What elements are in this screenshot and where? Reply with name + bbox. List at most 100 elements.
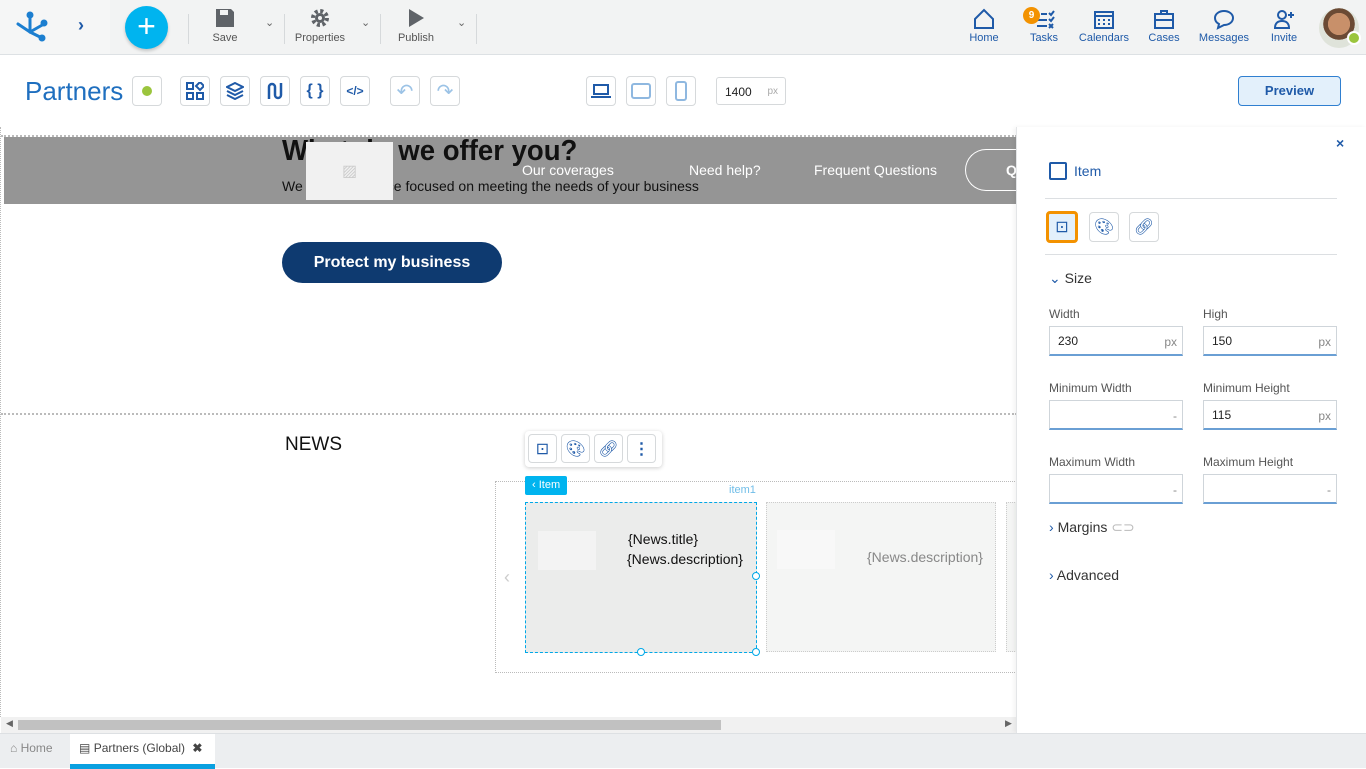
- nav-cases[interactable]: Cases: [1146, 8, 1182, 44]
- code-button[interactable]: </>: [340, 76, 370, 106]
- redo-button[interactable]: ↷: [430, 76, 460, 106]
- news-description: {News.description}: [867, 549, 983, 565]
- desktop-view-button[interactable]: [586, 76, 616, 106]
- horizontal-scrollbar[interactable]: ◀ ▶: [1, 717, 1017, 733]
- layers-icon: [226, 82, 244, 100]
- max-height-label: Maximum Height: [1203, 455, 1294, 469]
- redo-icon: ↷: [436, 80, 454, 103]
- undo-icon: ↶: [396, 80, 414, 103]
- save-button[interactable]: Save: [205, 6, 245, 48]
- scrollbar-thumb[interactable]: [18, 720, 721, 730]
- publish-button[interactable]: Publish: [395, 6, 437, 48]
- preview-button[interactable]: Preview: [1238, 76, 1341, 106]
- link-icon: 🔗︎: [1133, 219, 1155, 236]
- resize-handle-right[interactable]: [752, 572, 760, 580]
- mobile-view-button[interactable]: [666, 76, 696, 106]
- flow-icon: [267, 82, 283, 100]
- briefcase-icon: [1154, 10, 1174, 29]
- size-tab-button[interactable]: ⊡: [1046, 211, 1078, 243]
- style-tab-button[interactable]: 🎨︎: [1089, 212, 1119, 242]
- palette-icon: 🎨︎: [565, 440, 586, 458]
- protect-business-button[interactable]: Protect my business: [282, 242, 502, 283]
- invite-icon: [1273, 10, 1294, 29]
- news-item-selected[interactable]: {News.title} {News.description}: [525, 502, 760, 656]
- menu-link[interactable]: Frequent Questions: [814, 162, 937, 178]
- code-icon: </>: [346, 84, 364, 98]
- max-width-input[interactable]: -: [1049, 474, 1183, 504]
- nav-calendars[interactable]: Calendars: [1078, 8, 1130, 44]
- save-icon: [216, 9, 234, 27]
- advanced-section-toggle[interactable]: › Advanced: [1049, 567, 1119, 583]
- news-description: {News.description}: [627, 551, 743, 567]
- tablet-icon: [631, 83, 651, 99]
- width-label: Width: [1049, 307, 1080, 321]
- publish-dropdown-icon[interactable]: ⌄: [457, 16, 466, 29]
- play-icon: [409, 9, 424, 27]
- nav-home[interactable]: Home: [966, 8, 1002, 44]
- page-icon: ▤: [79, 741, 91, 755]
- style-tool-button[interactable]: 🎨︎: [561, 434, 590, 463]
- nav-messages[interactable]: Messages: [1198, 8, 1250, 44]
- menu-link[interactable]: Our coverages: [522, 162, 614, 178]
- layers-button[interactable]: [220, 76, 250, 106]
- expand-chevron-icon[interactable]: ›: [78, 15, 84, 36]
- width-input[interactable]: 230 px: [1049, 326, 1183, 356]
- chevron-right-icon: ›: [1049, 567, 1054, 583]
- link-icon: ⊂⊃: [1111, 519, 1135, 535]
- resize-handle-corner[interactable]: [752, 648, 760, 656]
- save-dropdown-icon[interactable]: ⌄: [265, 16, 274, 29]
- braces-icon: { }: [306, 82, 324, 99]
- top-toolbar: › + Save ⌄ Properties ⌄ Publish ⌄ Home T…: [0, 0, 1366, 55]
- add-button[interactable]: +: [125, 6, 168, 49]
- properties-dropdown-icon[interactable]: ⌄: [361, 16, 370, 29]
- menu-link[interactable]: Need help?: [689, 162, 761, 178]
- undo-button[interactable]: ↶: [390, 76, 420, 106]
- margins-section-toggle[interactable]: › Margins ⊂⊃: [1049, 519, 1135, 536]
- item-breadcrumb-tag[interactable]: ‹ Item: [525, 476, 568, 495]
- more-options-button[interactable]: ⋮: [627, 434, 656, 463]
- item-icon: [1049, 162, 1067, 180]
- resize-icon: ⊡: [535, 440, 550, 458]
- tab-partners[interactable]: ▤ Partners (Global) ✖: [70, 734, 215, 769]
- min-width-input[interactable]: -: [1049, 400, 1183, 430]
- link-tool-button[interactable]: 🔗︎: [594, 434, 623, 463]
- news-heading: NEWS: [285, 434, 342, 455]
- design-canvas: What do we offer you? We have insurance …: [0, 127, 1025, 733]
- calendar-icon: [1094, 11, 1114, 29]
- chevron-right-icon: ›: [1049, 519, 1054, 535]
- laptop-icon: [591, 84, 611, 98]
- variables-button[interactable]: { }: [300, 76, 330, 106]
- resize-handle-bottom[interactable]: [637, 648, 645, 656]
- canvas-width-input[interactable]: 1400 px: [716, 77, 786, 105]
- size-section-toggle[interactable]: ⌄ Size: [1049, 270, 1092, 287]
- news-item[interactable]: {News.description}: [766, 502, 996, 652]
- tab-home[interactable]: ⌂ Home: [10, 741, 53, 755]
- online-status-dot: [1347, 31, 1361, 45]
- properties-button[interactable]: Properties: [292, 6, 348, 48]
- min-width-label: Minimum Width: [1049, 381, 1132, 395]
- min-height-input[interactable]: 115 px: [1203, 400, 1337, 430]
- flow-button[interactable]: [260, 76, 290, 106]
- item-floating-toolbar: ⊡ 🎨︎ 🔗︎ ⋮: [525, 431, 662, 467]
- close-tab-icon[interactable]: ✖: [192, 741, 202, 755]
- size-tool-button[interactable]: ⊡: [528, 434, 557, 463]
- image-placeholder: [538, 531, 596, 570]
- close-panel-icon[interactable]: ×: [1336, 135, 1344, 151]
- link-tab-button[interactable]: 🔗︎: [1129, 212, 1159, 242]
- components-button[interactable]: [180, 76, 210, 106]
- carousel-prev-icon[interactable]: ‹: [504, 567, 510, 588]
- image-placeholder: [777, 530, 835, 569]
- gear-icon: [311, 9, 329, 27]
- high-label: High: [1203, 307, 1228, 321]
- nav-invite[interactable]: Invite: [1266, 8, 1302, 44]
- max-height-input[interactable]: -: [1203, 474, 1337, 504]
- image-icon: ▨: [341, 163, 358, 180]
- news-title: {News.title}: [628, 531, 699, 547]
- tablet-view-button[interactable]: [626, 76, 656, 106]
- high-input[interactable]: 150 px: [1203, 326, 1337, 356]
- chevron-down-icon: ⌄: [1049, 270, 1061, 286]
- mobile-icon: [675, 81, 687, 101]
- status-button[interactable]: [132, 76, 162, 106]
- home-icon: ⌂: [10, 741, 18, 755]
- components-icon: [186, 82, 204, 100]
